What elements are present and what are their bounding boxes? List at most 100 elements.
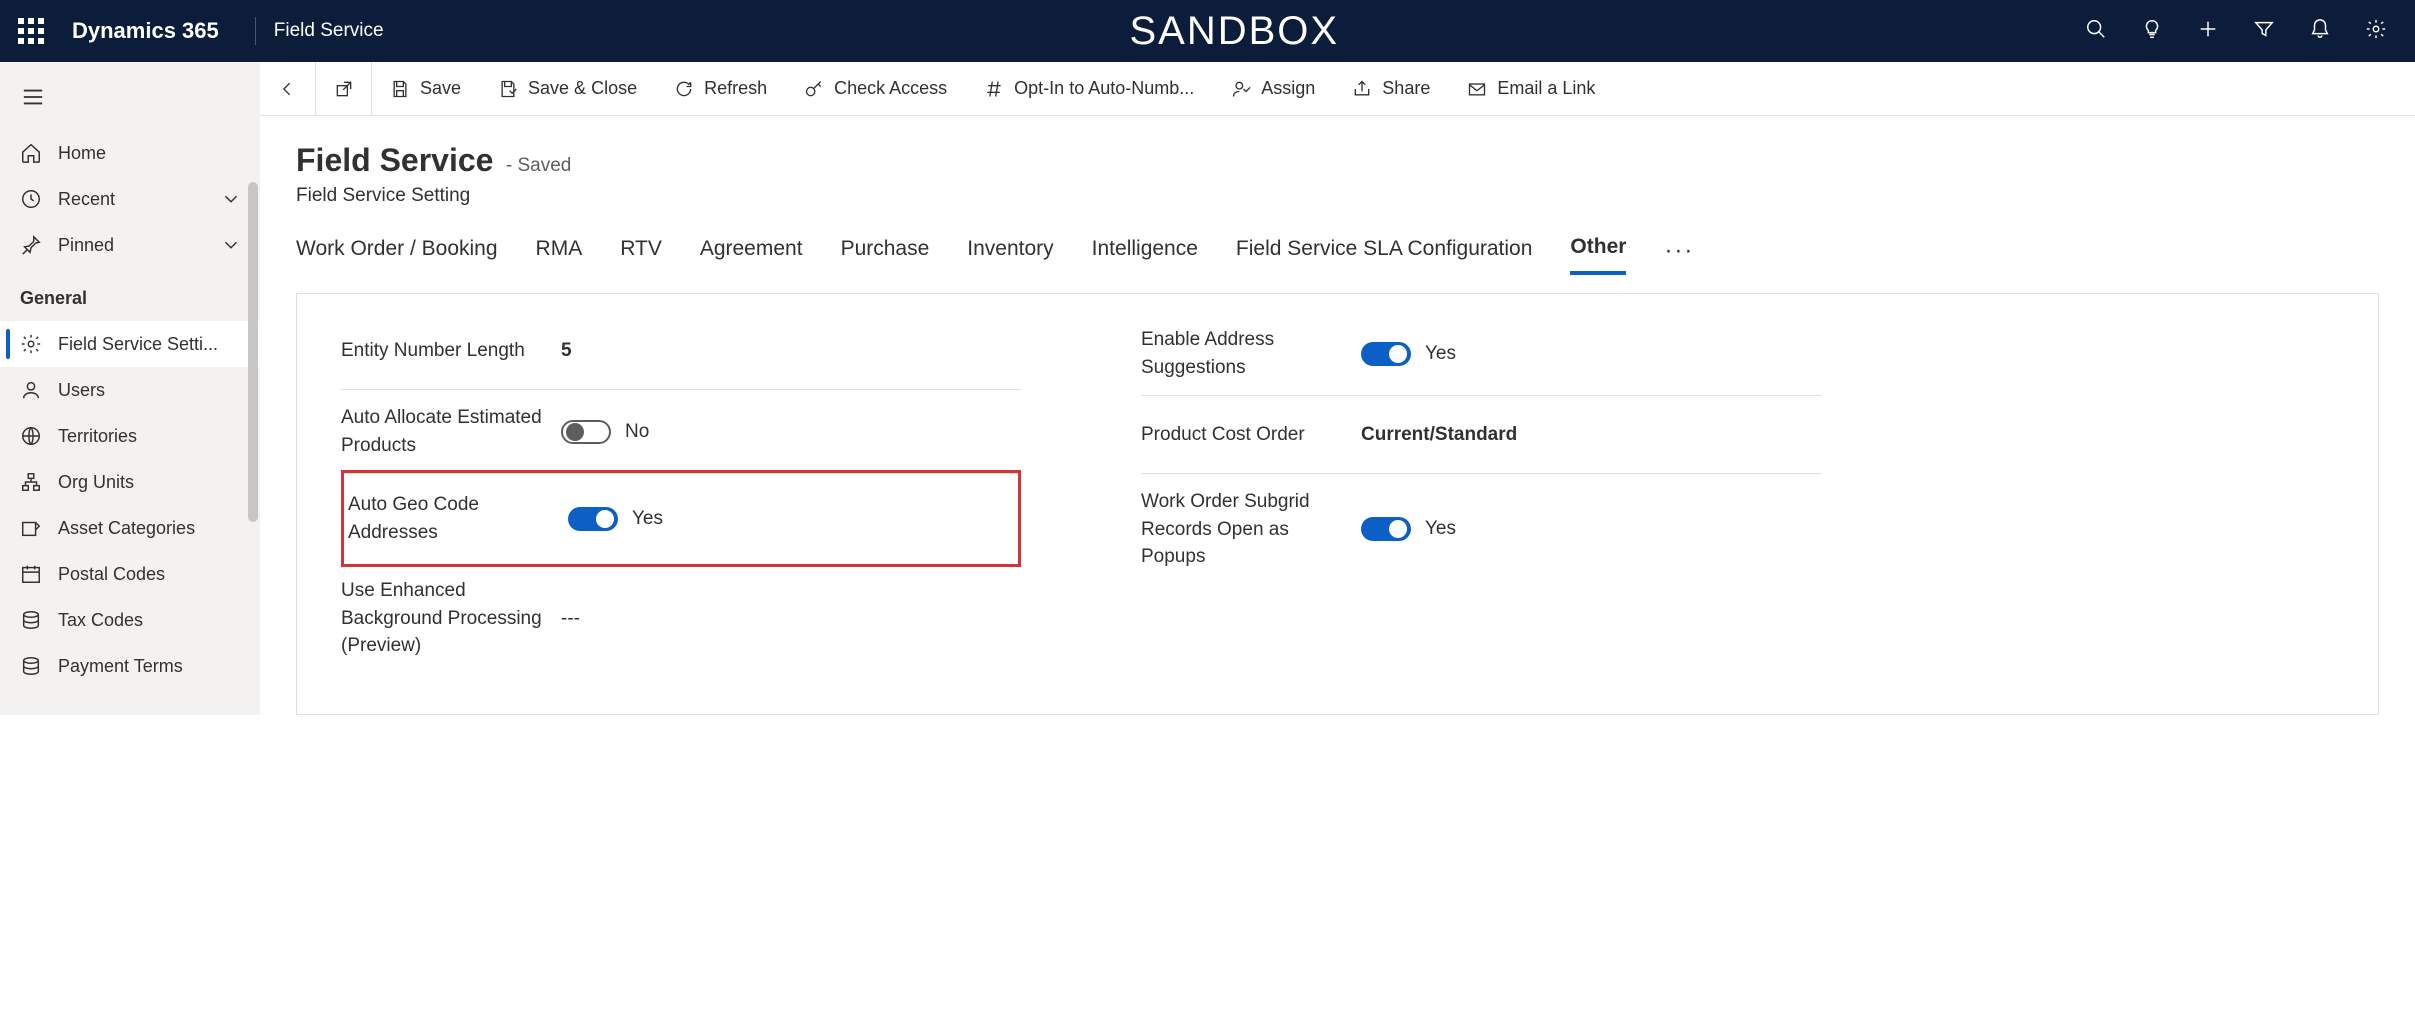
field-address-suggestions[interactable]: Enable Address Suggestions Yes [1141, 312, 1821, 396]
tab-rma[interactable]: RMA [536, 237, 583, 273]
toggle-label: Yes [1425, 518, 1456, 540]
tab-intelligence[interactable]: Intelligence [1092, 237, 1198, 273]
gear-icon [20, 333, 42, 355]
nav-asset-categories[interactable]: Asset Categories [0, 505, 260, 551]
popout-icon [334, 79, 354, 99]
field-value: --- [561, 608, 580, 630]
divider [255, 17, 256, 45]
nav-label: Payment Terms [58, 656, 183, 677]
save-close-icon [498, 79, 518, 99]
nav-field-service-settings[interactable]: Field Service Setti... [0, 321, 260, 367]
nav-home[interactable]: Home [0, 130, 260, 176]
person-icon [20, 379, 42, 401]
toggle-auto-allocate[interactable] [561, 420, 611, 444]
open-new-window-button[interactable] [316, 62, 372, 116]
nav-recent[interactable]: Recent [0, 176, 260, 222]
mail-icon [1467, 79, 1487, 99]
search-icon[interactable] [2085, 18, 2107, 45]
nav-label: Territories [58, 426, 137, 447]
nav-tax-codes[interactable]: Tax Codes [0, 597, 260, 643]
tab-work-order-booking[interactable]: Work Order / Booking [296, 237, 498, 273]
share-icon [1352, 79, 1372, 99]
toggle-address-suggestions[interactable] [1361, 342, 1411, 366]
assign-button[interactable]: Assign [1213, 62, 1334, 116]
plus-icon[interactable] [2197, 18, 2219, 45]
assign-icon [1231, 79, 1251, 99]
top-nav-bar: Dynamics 365 Field Service SANDBOX [0, 0, 2415, 62]
save-button[interactable]: Save [372, 62, 480, 116]
sidebar-toggle[interactable] [8, 72, 58, 122]
toggle-auto-geo[interactable] [568, 507, 618, 531]
toggle-label: Yes [632, 508, 663, 530]
field-label: Auto Allocate Estimated Products [341, 404, 561, 459]
tab-overflow[interactable]: ··· [1664, 237, 1694, 273]
app-area[interactable]: Field Service [268, 20, 384, 42]
clock-icon [20, 188, 42, 210]
cmd-label: Assign [1261, 78, 1315, 99]
page-title: Field Service [296, 142, 493, 178]
cmd-label: Email a Link [1497, 78, 1595, 99]
tab-other[interactable]: Other [1570, 235, 1626, 275]
save-close-button[interactable]: Save & Close [480, 62, 656, 116]
nav-postal-codes[interactable]: Postal Codes [0, 551, 260, 597]
nav-pinned[interactable]: Pinned [0, 222, 260, 268]
nav-org-units[interactable]: Org Units [0, 459, 260, 505]
sidebar: Home Recent Pinned General Field Service… [0, 62, 260, 715]
field-label: Use Enhanced Background Processing (Prev… [341, 577, 561, 660]
cmd-label: Share [1382, 78, 1430, 99]
field-product-cost-order[interactable]: Product Cost Order Current/Standard [1141, 396, 1821, 474]
record-tabs: Work Order / Booking RMA RTV Agreement P… [260, 207, 2415, 275]
cmd-label: Opt-In to Auto-Numb... [1014, 78, 1194, 99]
tab-agreement[interactable]: Agreement [700, 237, 803, 273]
command-bar: Save Save & Close Refresh Check Access O… [260, 62, 2415, 116]
nav-territories[interactable]: Territories [0, 413, 260, 459]
product-brand[interactable]: Dynamics 365 [62, 18, 243, 44]
lightbulb-icon[interactable] [2141, 18, 2163, 45]
cmd-label: Refresh [704, 78, 767, 99]
bell-icon[interactable] [2309, 18, 2331, 45]
tab-purchase[interactable]: Purchase [841, 237, 930, 273]
field-label: Auto Geo Code Addresses [348, 491, 568, 546]
cmd-label: Save [420, 78, 461, 99]
nav-label: Asset Categories [58, 518, 195, 539]
save-icon [390, 79, 410, 99]
form-section: Entity Number Length 5 Auto Allocate Est… [296, 293, 2379, 715]
nav-label: Pinned [58, 235, 114, 256]
field-entity-number-length[interactable]: Entity Number Length 5 [341, 312, 1021, 390]
nav-label: Users [58, 380, 105, 401]
field-label: Work Order Subgrid Records Open as Popup… [1141, 488, 1361, 571]
field-value: Current/Standard [1361, 424, 1517, 446]
sidebar-scrollbar[interactable] [248, 182, 258, 522]
share-button[interactable]: Share [1334, 62, 1449, 116]
tab-sla-config[interactable]: Field Service SLA Configuration [1236, 237, 1533, 273]
pin-icon [20, 234, 42, 256]
field-subgrid-popups[interactable]: Work Order Subgrid Records Open as Popup… [1141, 474, 1821, 585]
field-enhanced-background[interactable]: Use Enhanced Background Processing (Prev… [341, 563, 1021, 674]
highlighted-field: Auto Geo Code Addresses Yes [341, 470, 1021, 567]
gear-icon[interactable] [2365, 18, 2387, 45]
field-label: Product Cost Order [1141, 421, 1361, 449]
field-label: Entity Number Length [341, 337, 561, 365]
toggle-subgrid-popups[interactable] [1361, 517, 1411, 541]
calendar-icon [20, 563, 42, 585]
toggle-label: Yes [1425, 343, 1456, 365]
field-auto-geo-code[interactable]: Auto Geo Code Addresses Yes [348, 477, 1014, 560]
page-subtitle: Field Service Setting [296, 185, 2415, 207]
refresh-button[interactable]: Refresh [656, 62, 786, 116]
toggle-label: No [625, 421, 649, 443]
back-button[interactable] [260, 62, 316, 116]
opt-in-auto-number-button[interactable]: Opt-In to Auto-Numb... [966, 62, 1213, 116]
tab-rtv[interactable]: RTV [620, 237, 662, 273]
app-launcher-button[interactable] [0, 0, 62, 62]
hierarchy-icon [20, 471, 42, 493]
check-access-button[interactable]: Check Access [786, 62, 966, 116]
nav-payment-terms[interactable]: Payment Terms [0, 643, 260, 689]
filter-icon[interactable] [2253, 18, 2275, 45]
nav-label: Org Units [58, 472, 134, 493]
field-auto-allocate[interactable]: Auto Allocate Estimated Products No [341, 390, 1021, 474]
nav-section-general: General [0, 268, 260, 321]
nav-users[interactable]: Users [0, 367, 260, 413]
tab-inventory[interactable]: Inventory [967, 237, 1053, 273]
email-link-button[interactable]: Email a Link [1449, 62, 1614, 116]
chevron-down-icon [220, 234, 242, 256]
